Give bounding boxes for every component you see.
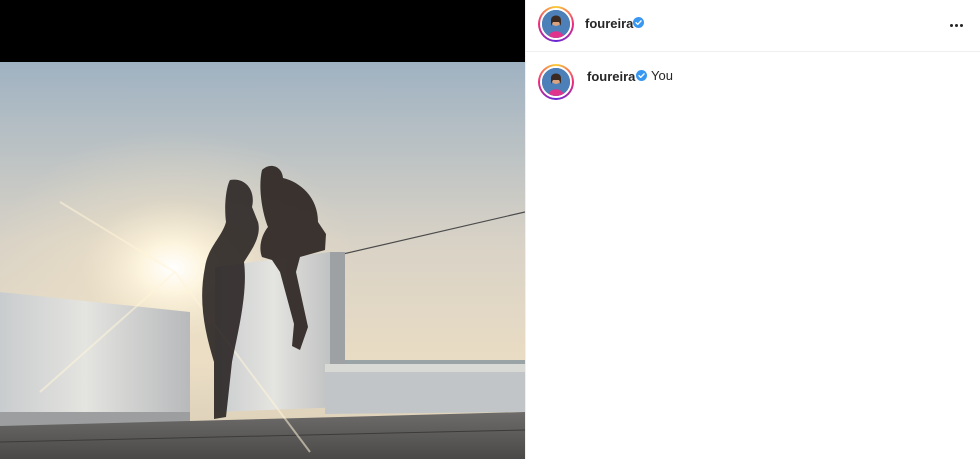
post-media[interactable] (0, 0, 525, 459)
caption-text: You (651, 68, 673, 83)
avatar[interactable] (538, 6, 574, 42)
more-options-icon[interactable] (945, 14, 967, 36)
avatar-image (540, 66, 572, 98)
username[interactable]: foureira (585, 16, 633, 31)
avatar-image (540, 8, 572, 40)
verified-badge-icon (636, 70, 647, 81)
post-header: foureira (526, 0, 980, 52)
post-photo (0, 62, 525, 459)
caption-avatar[interactable] (538, 64, 574, 100)
caption-username[interactable]: foureira (587, 69, 635, 84)
post-side-panel: foureira foureira You (525, 0, 980, 459)
verified-badge-icon (633, 17, 644, 28)
caption-row: foureira You (526, 58, 980, 106)
